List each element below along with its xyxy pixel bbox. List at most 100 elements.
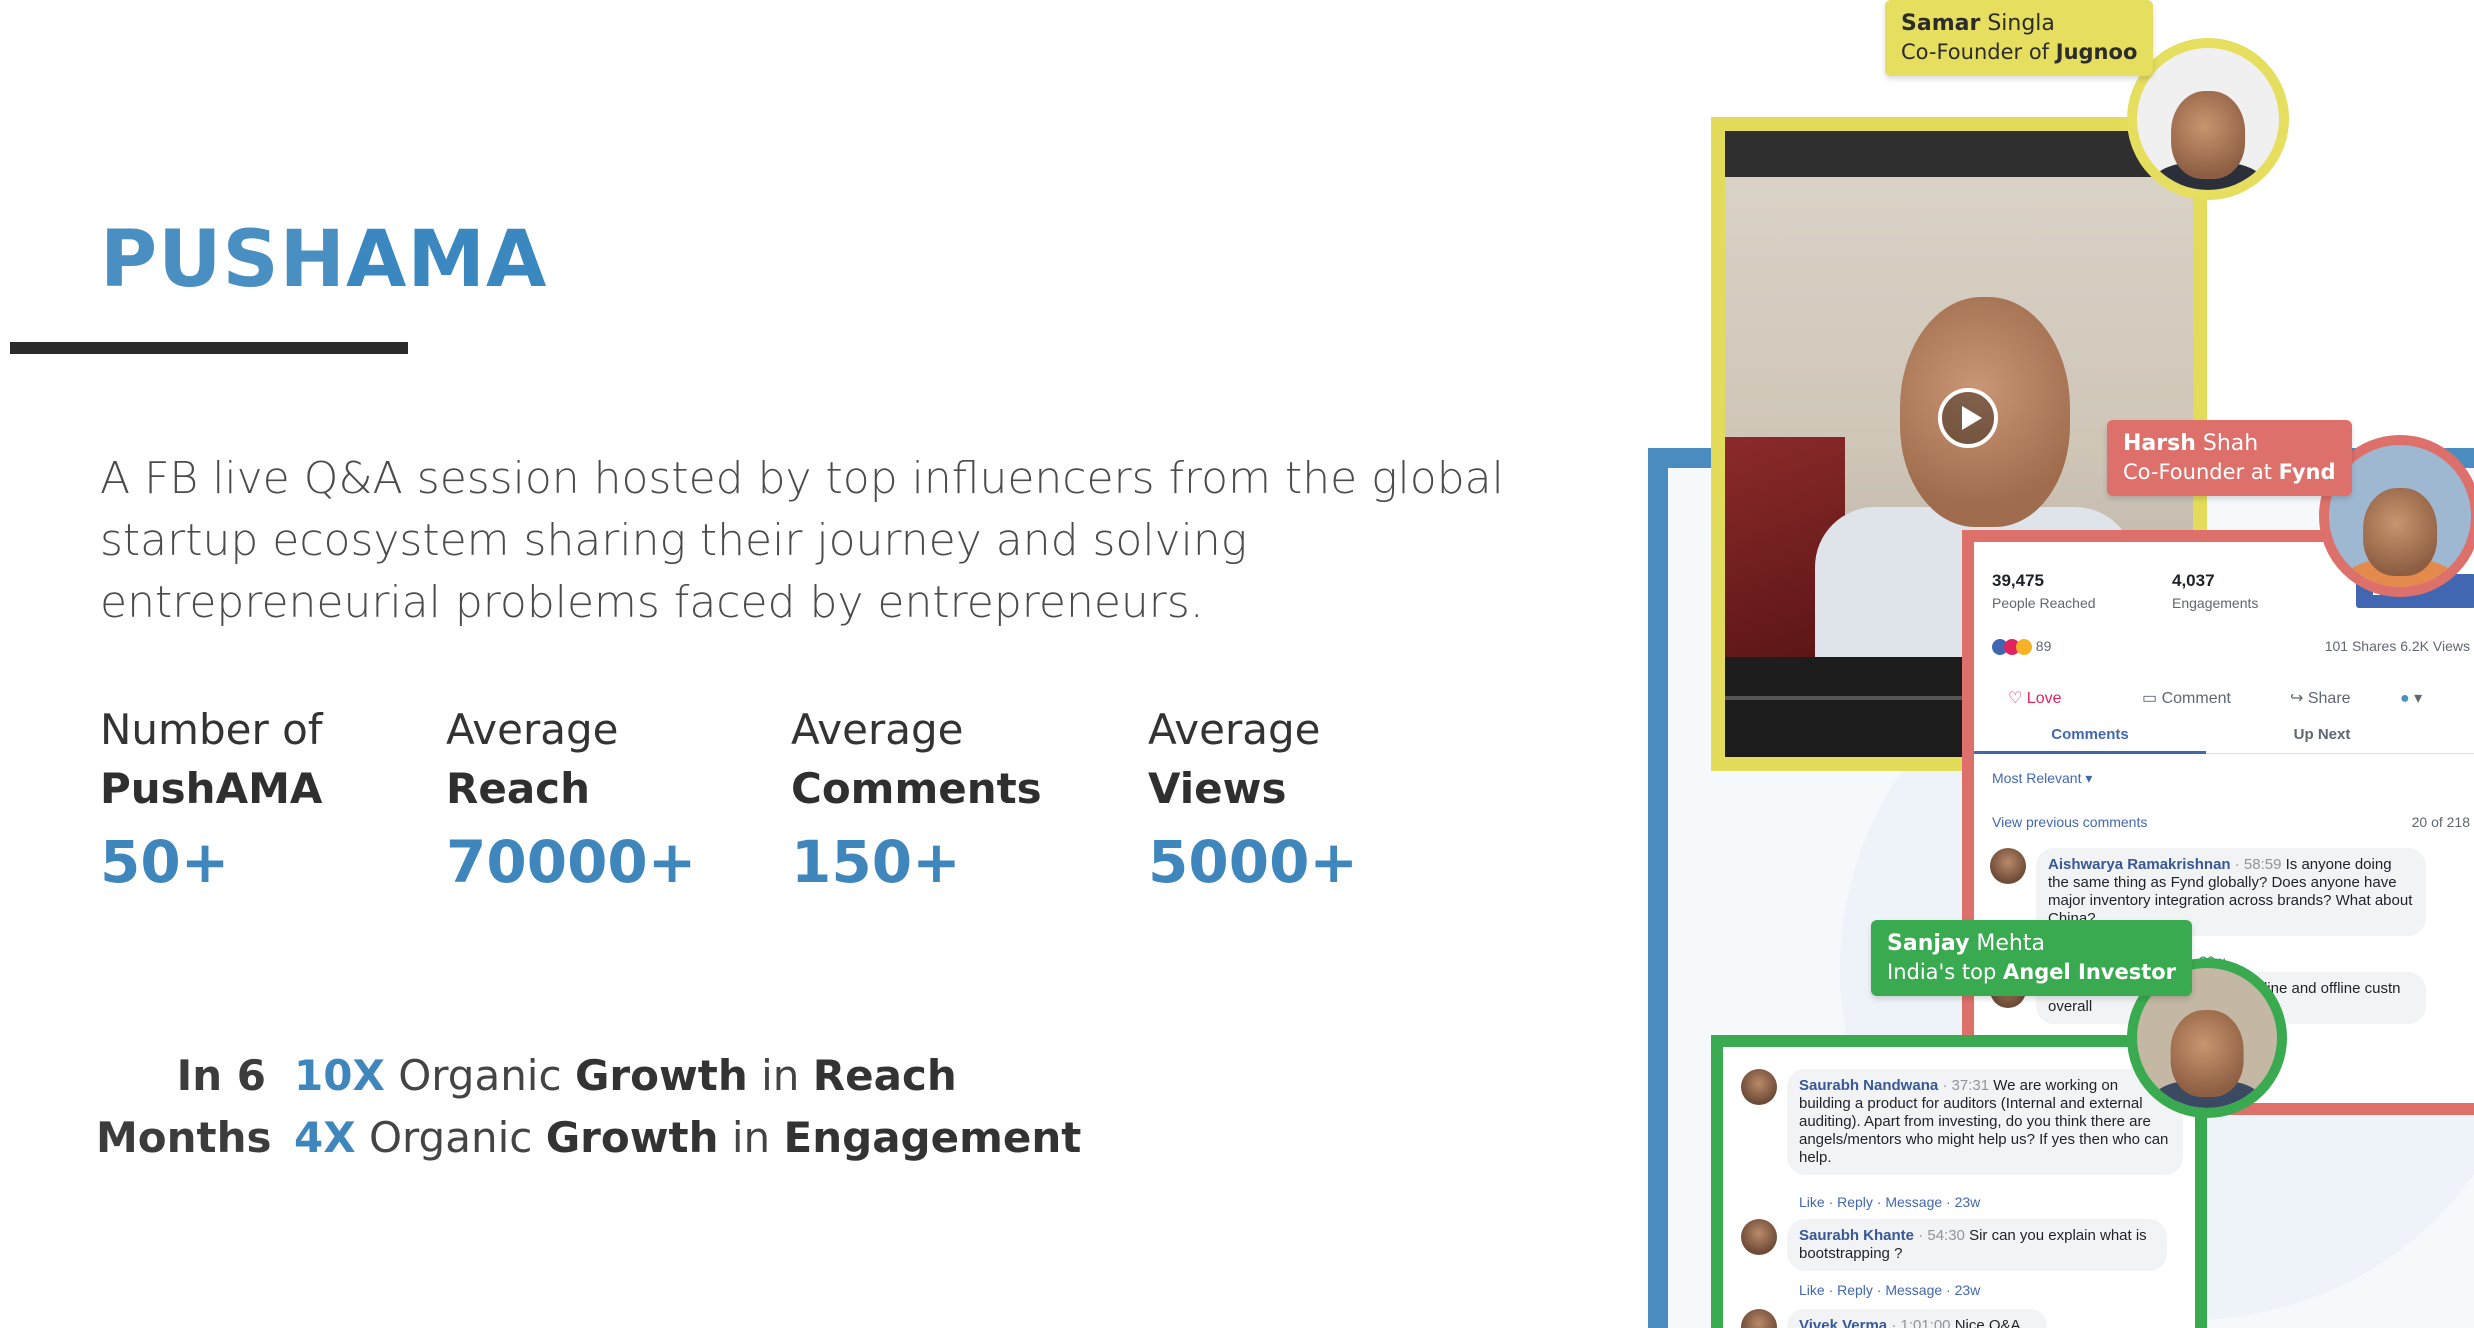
people-reached: 39,475 People Reached: [1992, 570, 2096, 614]
avatar-face: [2170, 1010, 2244, 1097]
heart-icon: ♡: [2008, 690, 2023, 707]
badge-last-name: Singla: [1987, 11, 2055, 36]
title-part-1: PUSH: [100, 215, 346, 305]
description: A FB live Q&A session hosted by top infl…: [100, 453, 1504, 628]
comment-bubble: Vivek Verma · 1:01:00 Nice Q&A: [1787, 1309, 2047, 1328]
stat-label-line2: PushAMA: [100, 764, 323, 813]
share-button[interactable]: ↪ Share: [2290, 688, 2351, 708]
comment-time: · 37:31: [1942, 1077, 1990, 1094]
comment-bubble: Saurabh Khante · 54:30 Sir can you expla…: [1787, 1219, 2167, 1271]
badge-role-org: Fynd: [2278, 460, 2336, 484]
stat-label-line1: Average: [1148, 705, 1321, 754]
commenter-name[interactable]: Saurabh Nandwana: [1799, 1077, 1938, 1094]
comment-time: · 58:59: [2234, 856, 2282, 873]
growth-organic: Organic: [368, 1113, 533, 1162]
badge-role-org: Jugnoo: [2055, 40, 2138, 64]
badge-name: Samar Singla: [1901, 10, 2137, 38]
title-part-2: AMA: [345, 215, 548, 305]
growth-period-line1: In 6: [176, 1051, 266, 1100]
love-label: Love: [2026, 690, 2062, 707]
stat-value: 70000+: [446, 828, 697, 896]
badge-harsh-shah: Harsh Shah Co-Founder at Fynd: [2107, 420, 2352, 496]
growth-multiplier: 4X: [294, 1113, 356, 1162]
badge-last-name: Mehta: [1976, 931, 2045, 956]
badge-role: Co-Founder at Fynd: [2123, 458, 2336, 486]
stat-value: 50+: [100, 828, 230, 896]
avatar-face: [2363, 487, 2437, 576]
badge-first-name: Harsh: [2123, 431, 2196, 456]
stat-label-line1: Average: [446, 705, 619, 754]
love-button[interactable]: ♡ Love: [2008, 688, 2062, 708]
commenter-avatar[interactable]: [1741, 1219, 1777, 1255]
title-underline: [10, 342, 408, 354]
globe-icon: ●: [2400, 690, 2410, 707]
stat-average-comments: Average Comments 150+: [791, 700, 1042, 902]
reactions[interactable]: 89: [1992, 638, 2051, 656]
engagements-label: Engagements: [2172, 595, 2259, 611]
stat-label-line2: Reach: [446, 764, 590, 813]
view-previous-comments-link[interactable]: View previous comments: [1992, 814, 2147, 830]
comment-time: · 54:30: [1918, 1227, 1965, 1244]
growth-word: Growth: [545, 1113, 719, 1162]
growth-in: in: [731, 1113, 771, 1162]
growth-row-engagement: 4X Organic Growth in Engagement: [294, 1107, 1081, 1169]
growth-word: Growth: [574, 1051, 748, 1100]
commenter-avatar[interactable]: [1990, 848, 2026, 884]
badge-role: India's top Angel Investor: [1887, 958, 2176, 986]
tab-comments[interactable]: Comments: [1974, 718, 2206, 754]
tab-up-next[interactable]: Up Next: [2206, 718, 2438, 754]
growth-multiplier: 10X: [294, 1051, 385, 1100]
shares-views: 101 Shares 6.2K Views: [2324, 638, 2470, 654]
badge-name: Sanjay Mehta: [1887, 930, 2176, 958]
play-icon[interactable]: [1938, 388, 1998, 448]
growth-row-reach: 10X Organic Growth in Reach: [294, 1045, 1081, 1107]
badge-role-prefix: India's top: [1887, 960, 1997, 984]
badge-first-name: Sanjay: [1887, 931, 1970, 956]
commenter-name[interactable]: Aishwarya Ramakrishnan: [2048, 856, 2231, 873]
sort-dropdown[interactable]: Most Relevant ▾: [1992, 770, 2092, 787]
people-reached-label: People Reached: [1992, 595, 2096, 611]
comment-actions[interactable]: Like · Reply · Message · 23w: [1799, 1193, 1980, 1211]
badge-role-prefix: Co-Founder at: [2123, 460, 2272, 484]
comment-text: Nice Q&A: [1954, 1317, 2021, 1328]
comment-button[interactable]: ▭ Comment: [2142, 688, 2231, 708]
page-title: PUSHAMA: [100, 215, 547, 305]
comment-bubble: Saurabh Nandwana · 37:31 We are working …: [1787, 1069, 2183, 1175]
commenter-avatar[interactable]: [1741, 1309, 1777, 1328]
badge-sanjay-mehta: Sanjay Mehta India's top Angel Investor: [1871, 920, 2193, 996]
badge-role-prefix: Co-Founder of: [1901, 40, 2050, 64]
growth-summary: In 6 Months 10X Organic Growth in Reach …: [96, 1045, 1096, 1175]
engagements-value: 4,037: [2172, 571, 2215, 590]
video-top-bar: [1725, 131, 2193, 177]
badge-role-org: Angel Investor: [2003, 960, 2177, 984]
fb-comments-frame: Saurabh Nandwana · 37:31 We are working …: [1711, 1035, 2207, 1328]
badge-name: Harsh Shah: [2123, 430, 2336, 458]
comment-count: 20 of 218: [2411, 814, 2470, 830]
stat-label-line2: Views: [1148, 764, 1287, 813]
social-collage: 39,475People Reached 4,037Engagements Bo…: [1640, 0, 2474, 1328]
commenter-avatar[interactable]: [1741, 1069, 1777, 1105]
badge-samar-singla: Samar Singla Co-Founder of Jugnoo: [1885, 0, 2154, 76]
badge-last-name: Shah: [2202, 431, 2259, 456]
share-icon: ↪: [2290, 690, 2304, 707]
growth-lines: 10X Organic Growth in Reach 4X Organic G…: [294, 1045, 1081, 1169]
wow-reaction-icon: [2016, 639, 2032, 656]
stat-number-of-pushama: Number of PushAMA 50+: [100, 700, 323, 902]
growth-target: Reach: [812, 1051, 957, 1100]
stat-value: 5000+: [1148, 828, 1359, 896]
comment-icon: ▭: [2142, 690, 2158, 707]
commenter-name[interactable]: Saurabh Khante: [1799, 1227, 1914, 1244]
stat-label-line1: Number of: [100, 705, 323, 754]
people-reached-value: 39,475: [1992, 571, 2044, 590]
share-label: Share: [2307, 690, 2351, 707]
growth-in: in: [761, 1051, 800, 1100]
engagements: 4,037 Engagements: [2172, 570, 2258, 614]
audience-selector[interactable]: ● ▾: [2400, 688, 2422, 708]
growth-organic: Organic: [398, 1051, 562, 1100]
chevron-down-icon: ▾: [2414, 690, 2423, 707]
comment-actions[interactable]: Like · Reply · Message · 23w: [1799, 1281, 1980, 1299]
commenter-name[interactable]: Vivek Verma: [1799, 1317, 1887, 1328]
stat-average-views: Average Views 5000+: [1148, 700, 1358, 902]
comment-time: · 1:01:00: [1891, 1317, 1951, 1328]
growth-period: In 6 Months: [96, 1045, 272, 1169]
